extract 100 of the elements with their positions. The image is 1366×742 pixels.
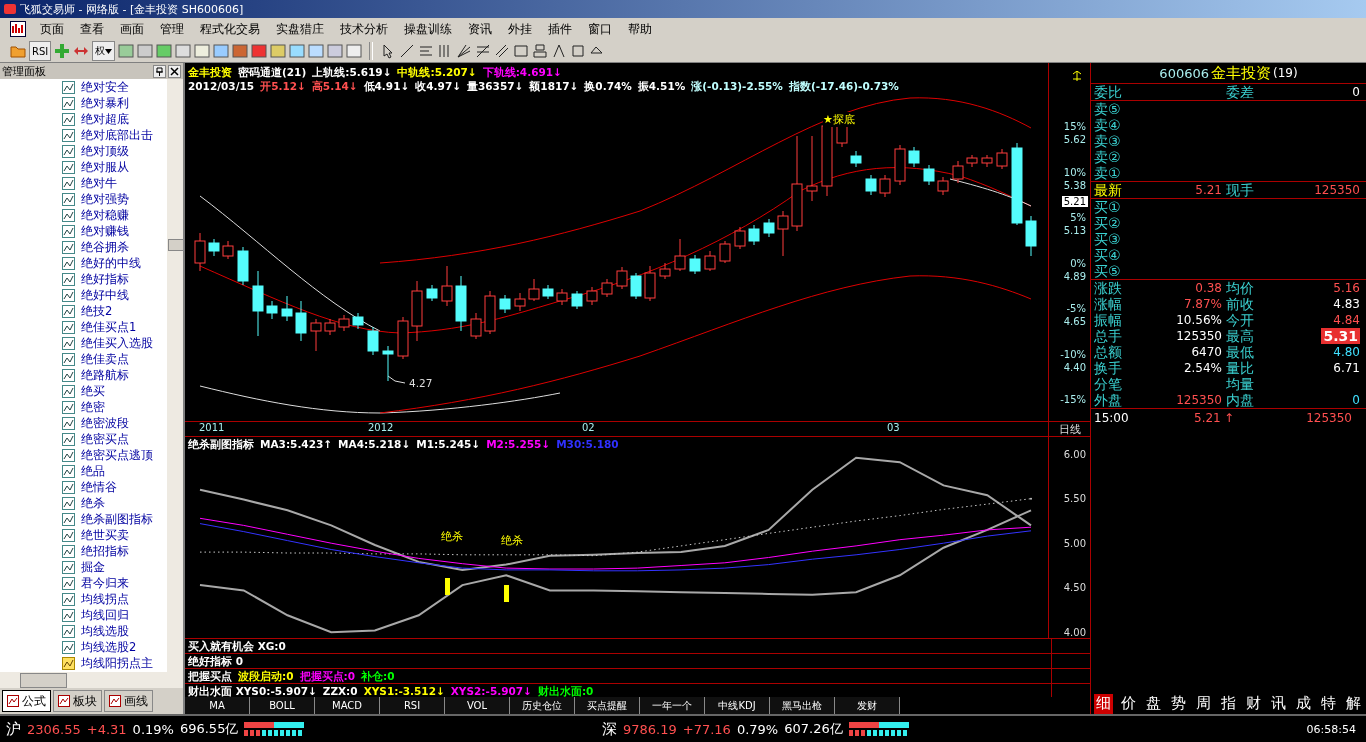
indicator-tab[interactable]: VOL xyxy=(445,697,510,714)
formula-item[interactable]: 绝密买点逃顶 xyxy=(81,447,153,463)
indicator-tab[interactable]: 黑马出枪 xyxy=(770,697,835,714)
formula-item[interactable]: 绝对顶级 xyxy=(81,143,129,159)
formula-item[interactable]: 绝对底部出击 xyxy=(81,127,153,143)
formula-item[interactable]: 均线选股 xyxy=(81,623,129,639)
formula-item[interactable]: 绝对赚钱 xyxy=(81,223,129,239)
formula-item[interactable]: 绝对服从 xyxy=(81,159,129,175)
menu-item[interactable]: 管理 xyxy=(152,20,192,38)
quote-tab[interactable]: 指 xyxy=(1219,694,1238,714)
formula-item[interactable]: 君今归来 xyxy=(81,575,129,591)
formula-item[interactable]: 绝对牛 xyxy=(81,175,117,191)
formula-item[interactable]: 绝好中线 xyxy=(81,287,129,303)
quote-tab[interactable]: 解 xyxy=(1344,694,1363,714)
formula-item[interactable]: 绝世买卖 xyxy=(81,527,129,543)
formula-item[interactable]: 绝品 xyxy=(81,463,105,479)
formula-item[interactable]: 绝密 xyxy=(81,399,105,415)
formula-item[interactable]: 均线回归 xyxy=(81,607,129,623)
menu-item[interactable]: 窗口 xyxy=(580,20,620,38)
formula-item[interactable]: 绝买 xyxy=(81,383,105,399)
menu-item[interactable]: 资讯 xyxy=(460,20,500,38)
formula-item[interactable]: 均线拐点 xyxy=(81,591,129,607)
drawing-tool-icon[interactable] xyxy=(532,42,549,60)
quote-tab[interactable]: 盘 xyxy=(1144,694,1163,714)
close-icon[interactable] xyxy=(168,64,181,78)
indicator-tab[interactable]: RSI xyxy=(380,697,445,714)
toolbar-tool-icon[interactable] xyxy=(289,42,306,60)
formula-item[interactable]: 绝佳买入选股 xyxy=(81,335,153,351)
quote-tab[interactable]: 势 xyxy=(1169,694,1188,714)
toolbar-tool-icon[interactable] xyxy=(308,42,325,60)
rsi-button[interactable]: RSI xyxy=(29,41,52,61)
formula-item[interactable]: 绝对强势 xyxy=(81,191,129,207)
quote-tab[interactable]: 价 xyxy=(1119,694,1138,714)
formula-item[interactable]: 绝对安全 xyxy=(81,79,129,95)
formula-item[interactable]: 绝路航标 xyxy=(81,367,129,383)
toolbar-tool-icon[interactable] xyxy=(270,42,287,60)
formula-item[interactable]: 绝密波段 xyxy=(81,415,129,431)
formula-item[interactable]: 绝对超底 xyxy=(81,111,129,127)
panel-tab[interactable]: 画线 xyxy=(104,690,153,712)
panel-tab[interactable]: 公式 xyxy=(2,690,51,712)
indicator-tab[interactable]: MACD xyxy=(315,697,380,714)
toolbar-tool-icon[interactable] xyxy=(232,42,249,60)
formula-item[interactable]: 均线选股2 xyxy=(81,639,137,655)
menu-item[interactable]: 查看 xyxy=(72,20,112,38)
formula-item[interactable]: 绝技2 xyxy=(81,303,113,319)
indicator-tab[interactable]: 一年一个 xyxy=(640,697,705,714)
menu-item[interactable]: 画面 xyxy=(112,20,152,38)
quote-tab[interactable]: 讯 xyxy=(1269,694,1288,714)
menu-item[interactable]: 操盘训练 xyxy=(396,20,460,38)
formula-item[interactable]: 绝招指标 xyxy=(81,543,129,559)
toolbar-tool-icon[interactable] xyxy=(194,42,211,60)
formula-item[interactable]: 绝谷拥杀 xyxy=(81,239,129,255)
cross-icon[interactable] xyxy=(54,42,71,60)
toolbar-tool-icon[interactable] xyxy=(251,42,268,60)
formula-item[interactable]: 掘金 xyxy=(81,559,105,575)
menu-item[interactable]: 实盘猎庄 xyxy=(268,20,332,38)
indicator-tab[interactable]: MA xyxy=(185,697,250,714)
formula-item[interactable]: 绝好指标 xyxy=(81,271,129,287)
formula-item[interactable]: 绝佳卖点 xyxy=(81,351,129,367)
indicator-tab[interactable]: BOLL xyxy=(250,697,315,714)
formula-item[interactable]: 绝好的中线 xyxy=(81,255,141,271)
menu-item[interactable]: 外挂 xyxy=(500,20,540,38)
menu-item[interactable]: 技术分析 xyxy=(332,20,396,38)
indicator-tab[interactable]: 买点提醒 xyxy=(575,697,640,714)
drawing-tool-icon[interactable] xyxy=(399,42,416,60)
rights-dropdown[interactable]: 权 xyxy=(92,41,116,61)
menu-item[interactable]: 页面 xyxy=(32,20,72,38)
drawing-tool-icon[interactable] xyxy=(475,42,492,60)
formula-item[interactable]: 均线阳拐点主 xyxy=(81,655,153,671)
menu-item[interactable]: 插件 xyxy=(540,20,580,38)
indicator-tab[interactable]: 中线KDJ xyxy=(705,697,770,714)
drawing-tool-icon[interactable] xyxy=(494,42,511,60)
indicator-tab[interactable]: 历史仓位 xyxy=(510,697,575,714)
toolbar-tool-icon[interactable] xyxy=(118,42,135,60)
formula-icon xyxy=(62,656,75,670)
toolbar-tool-icon[interactable] xyxy=(213,42,230,60)
toolbar-tool-icon[interactable] xyxy=(327,42,344,60)
horizontal-scrollbar[interactable] xyxy=(0,672,183,688)
formula-item[interactable]: 绝杀 xyxy=(81,495,105,511)
drawing-tool-icon[interactable] xyxy=(456,42,473,60)
formula-item[interactable]: 绝对稳赚 xyxy=(81,207,129,223)
quote-tab[interactable]: 特 xyxy=(1319,694,1338,714)
formula-item[interactable]: 绝杀副图指标 xyxy=(81,511,153,527)
formula-item[interactable]: 绝对暴利 xyxy=(81,95,129,111)
quote-tab[interactable]: 成 xyxy=(1294,694,1313,714)
formula-item[interactable]: 绝密买点 xyxy=(81,431,129,447)
panel-tab[interactable]: 板块 xyxy=(53,690,102,712)
formula-item[interactable]: 绝情谷 xyxy=(81,479,117,495)
quote-tab[interactable]: 周 xyxy=(1194,694,1213,714)
indicator-tab[interactable]: 发财 xyxy=(835,697,900,714)
vertical-scrollbar[interactable] xyxy=(167,79,183,672)
formula-item[interactable]: 绝佳买点1 xyxy=(81,319,137,335)
menu-item[interactable]: 程式化交易 xyxy=(192,20,268,38)
toolbar-tool-icon[interactable] xyxy=(346,42,363,60)
quote-tab[interactable]: 财 xyxy=(1244,694,1263,714)
menu-item[interactable]: 帮助 xyxy=(620,20,660,38)
pin-icon[interactable] xyxy=(153,64,166,78)
chart-logo-icon[interactable] xyxy=(10,21,26,37)
indicator-value: 额1817↓ xyxy=(529,79,579,93)
quote-tab[interactable]: 细 xyxy=(1094,694,1113,714)
